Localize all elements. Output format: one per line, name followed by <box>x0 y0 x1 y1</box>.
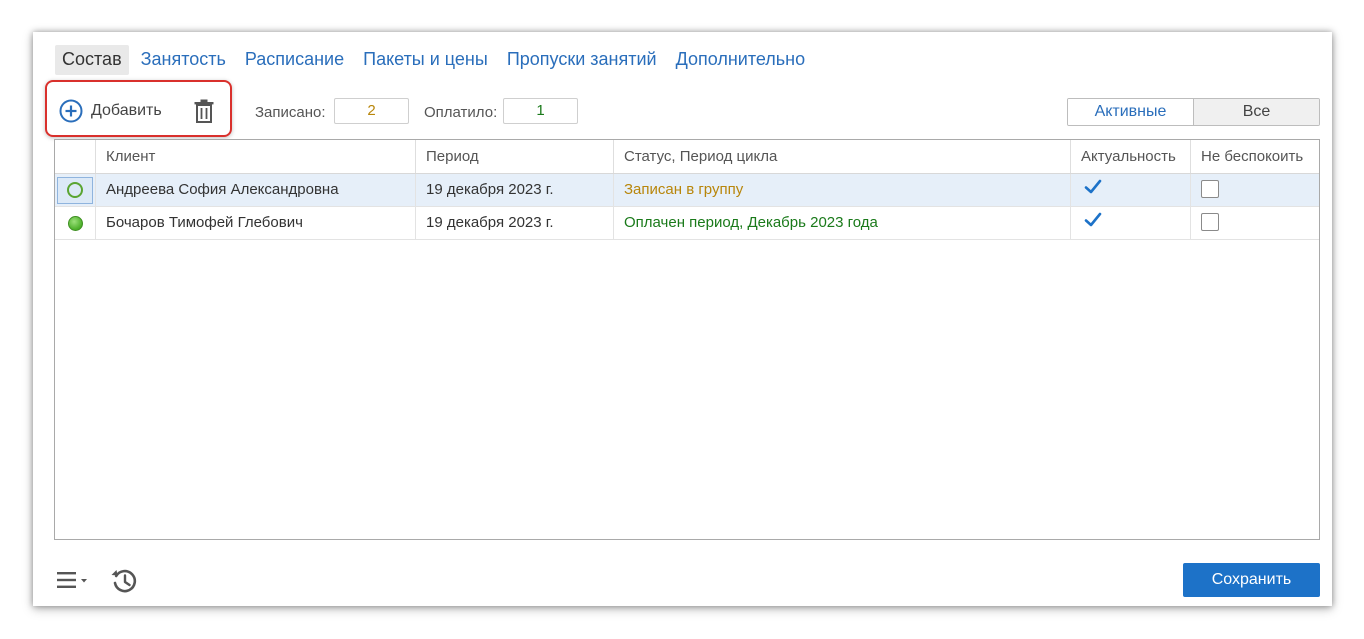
history-button[interactable] <box>110 567 138 595</box>
column-header-client[interactable]: Клиент <box>96 140 416 173</box>
do-not-disturb-cell <box>1191 174 1319 206</box>
column-header-cycle-status[interactable]: Статус, Период цикла <box>614 140 1071 173</box>
history-icon <box>111 569 137 593</box>
tab-packages-prices[interactable]: Пакеты и цены <box>356 45 495 75</box>
client-name: Андреева София Александровна <box>96 174 416 206</box>
column-header-relevance[interactable]: Актуальность <box>1071 140 1191 173</box>
relevance-cell <box>1071 207 1191 239</box>
page: Состав Занятость Расписание Пакеты и цен… <box>0 0 1364 639</box>
enrolled-count-field: 2 <box>334 98 409 124</box>
tab-schedule[interactable]: Расписание <box>238 45 351 75</box>
table-row[interactable]: Андреева София Александровна 19 декабря … <box>55 174 1319 207</box>
tab-bar: Состав Занятость Расписание Пакеты и цен… <box>55 45 817 75</box>
row-status-cell <box>55 207 96 239</box>
filter-switch: Активные Все <box>1067 98 1320 126</box>
cycle-status-value: Записан в группу <box>614 174 1071 206</box>
paid-count-field: 1 <box>503 98 578 124</box>
tab-composition[interactable]: Состав <box>55 45 129 75</box>
relevance-cell <box>1071 174 1191 206</box>
members-table: Клиент Период Статус, Период цикла Актуа… <box>54 139 1320 540</box>
more-menu-button[interactable] <box>57 568 91 592</box>
row-status-cell <box>55 174 96 206</box>
add-button-label: Добавить <box>91 102 162 119</box>
cycle-status-value: Оплачен период, Декабрь 2023 года <box>614 207 1071 239</box>
column-header-status[interactable] <box>55 140 96 173</box>
paid-label: Оплатило: <box>424 104 498 121</box>
do-not-disturb-checkbox[interactable] <box>1201 213 1219 231</box>
period-value: 19 декабря 2023 г. <box>416 207 614 239</box>
do-not-disturb-checkbox[interactable] <box>1201 180 1219 198</box>
enrolled-label: Записано: <box>255 104 326 121</box>
tab-additional[interactable]: Дополнительно <box>669 45 813 75</box>
trash-icon <box>194 99 214 123</box>
column-header-period[interactable]: Период <box>416 140 614 173</box>
table-header: Клиент Период Статус, Период цикла Актуа… <box>55 140 1319 174</box>
client-name: Бочаров Тимофей Глебович <box>96 207 416 239</box>
tab-missed-classes[interactable]: Пропуски занятий <box>500 45 664 75</box>
tab-occupancy[interactable]: Занятость <box>134 45 233 75</box>
plus-circle-icon <box>59 99 83 123</box>
circle-filled-icon <box>67 215 83 231</box>
save-button[interactable]: Сохранить <box>1183 563 1320 597</box>
period-value: 19 декабря 2023 г. <box>416 174 614 206</box>
hamburger-menu-icon <box>57 572 87 588</box>
filter-active-button[interactable]: Активные <box>1068 99 1194 125</box>
checkmark-icon <box>1084 212 1102 227</box>
column-header-do-not-disturb[interactable]: Не беспокоить <box>1191 140 1319 173</box>
table-row[interactable]: Бочаров Тимофей Глебович 19 декабря 2023… <box>55 207 1319 240</box>
filter-all-button[interactable]: Все <box>1194 99 1319 125</box>
delete-button[interactable] <box>193 99 215 123</box>
add-button[interactable]: Добавить <box>59 98 162 124</box>
checkmark-icon <box>1084 179 1102 194</box>
do-not-disturb-cell <box>1191 207 1319 239</box>
circle-outline-icon <box>67 182 83 198</box>
group-composition-window: Состав Занятость Расписание Пакеты и цен… <box>33 32 1332 606</box>
